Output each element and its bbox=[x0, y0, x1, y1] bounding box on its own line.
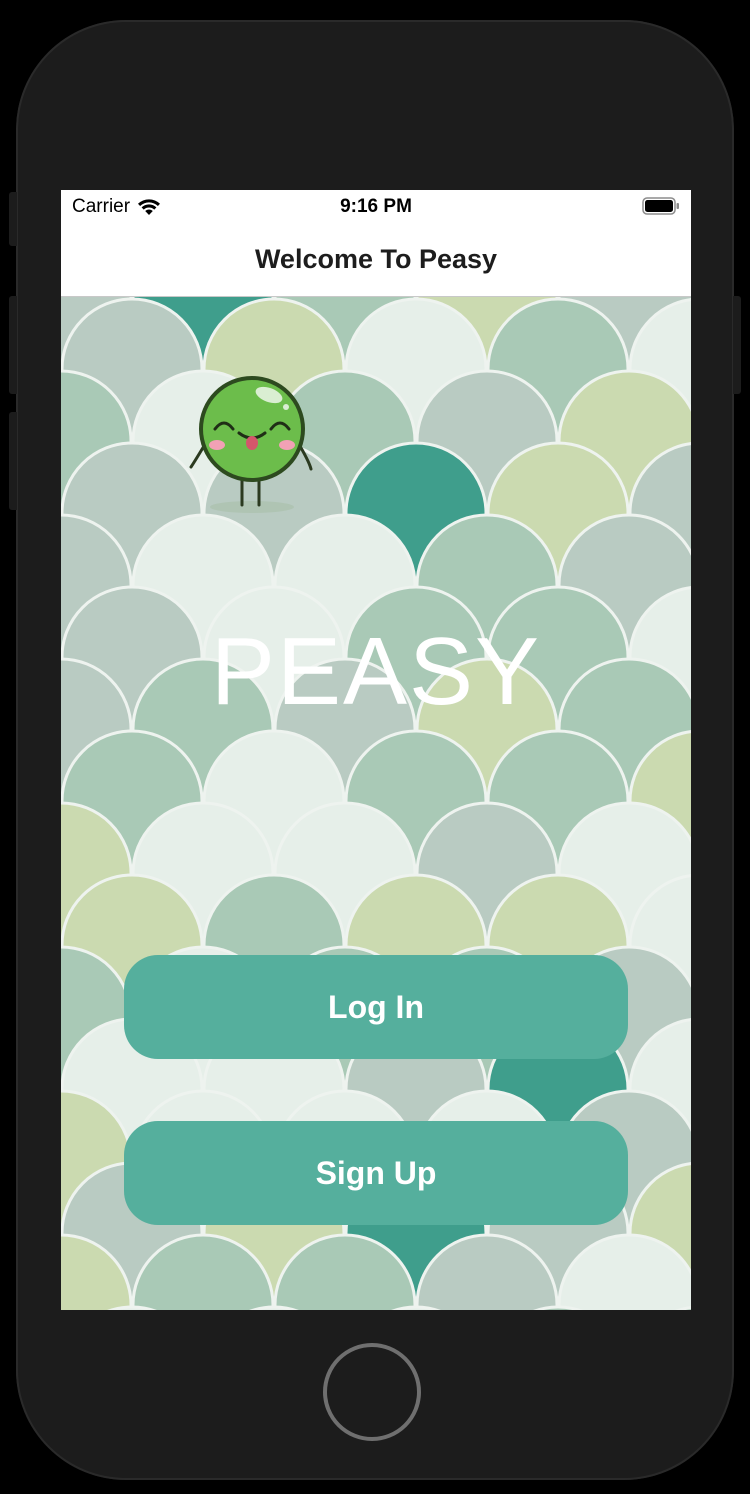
home-button[interactable] bbox=[323, 1343, 421, 1441]
volume-up-button bbox=[9, 296, 17, 394]
app-logo-text: PEASY bbox=[210, 618, 542, 725]
welcome-content: PEASY Log In Sign Up bbox=[61, 297, 691, 1310]
status-time: 9:16 PM bbox=[340, 196, 412, 217]
status-bar: Carrier 9:16 PM bbox=[61, 190, 691, 226]
nav-title: Welcome To Peasy bbox=[254, 244, 498, 274]
mute-switch bbox=[9, 192, 17, 246]
navigation-bar: Welcome To Peasy bbox=[61, 226, 691, 297]
login-button[interactable]: Log In bbox=[124, 955, 628, 1059]
screen: Carrier 9:16 PM Welcome To Peasy PEASY L… bbox=[61, 190, 691, 1310]
power-button bbox=[733, 296, 741, 394]
pea-mascot-icon bbox=[189, 376, 313, 513]
signup-button[interactable]: Sign Up bbox=[124, 1121, 628, 1225]
battery-icon bbox=[642, 197, 679, 215]
volume-down-button bbox=[9, 412, 17, 510]
